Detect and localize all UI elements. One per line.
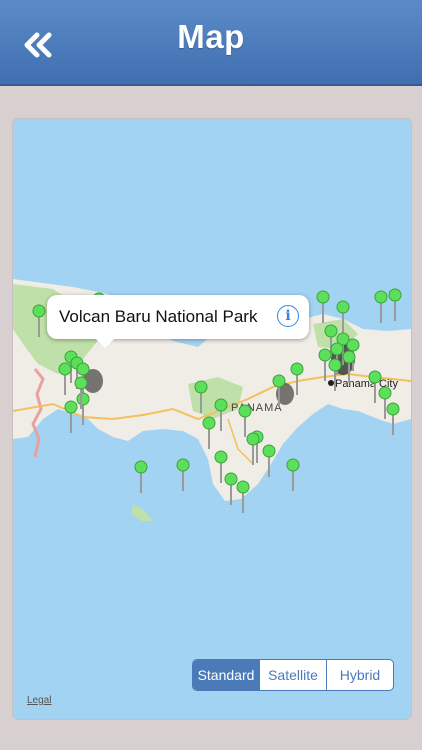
map-callout[interactable]: Volcan Baru National Park i <box>47 295 309 348</box>
map-pin-icon[interactable] <box>64 400 78 433</box>
map-canvas[interactable]: PANAMA Panama City <box>13 119 411 719</box>
city-dot <box>328 380 334 386</box>
map-view[interactable]: PANAMA Panama City Volcan Baru National … <box>12 118 412 720</box>
callout-tail <box>95 338 115 348</box>
segment-hybrid[interactable]: Hybrid <box>326 660 393 690</box>
legal-link[interactable]: Legal <box>27 695 51 706</box>
map-pin-icon[interactable] <box>134 460 148 493</box>
map-pin-icon[interactable] <box>286 458 300 491</box>
page-title: Map <box>177 18 245 55</box>
info-icon[interactable]: i <box>277 305 299 327</box>
map-pin-icon[interactable] <box>388 288 402 321</box>
island <box>131 504 153 521</box>
map-pin-icon[interactable] <box>374 290 388 323</box>
segment-standard[interactable]: Standard <box>193 660 259 690</box>
callout-title: Volcan Baru National Park <box>59 307 258 326</box>
navigation-bar: Map <box>0 0 422 86</box>
segment-satellite[interactable]: Satellite <box>259 660 326 690</box>
map-pin-icon[interactable] <box>176 458 190 491</box>
map-type-segmented-control: Standard Satellite Hybrid <box>192 659 394 691</box>
